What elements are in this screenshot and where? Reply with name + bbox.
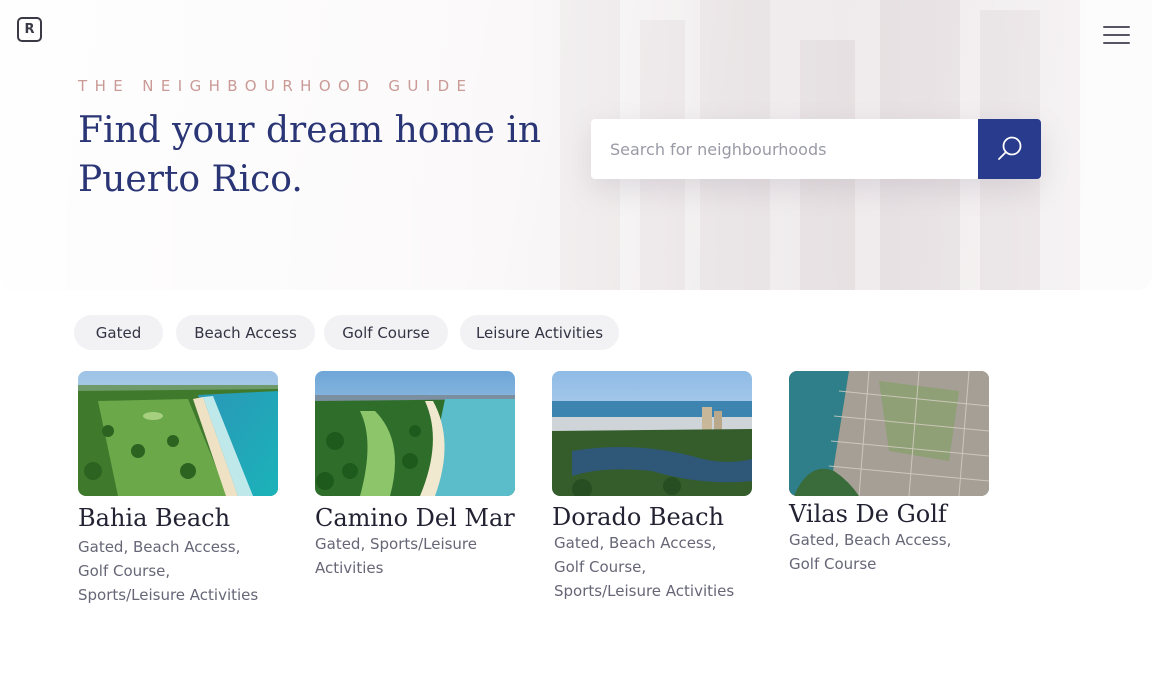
search-bar [591, 119, 1041, 179]
neighbourhood-name[interactable]: Dorado Beach [552, 503, 752, 531]
logo-icon[interactable]: R [17, 17, 42, 42]
neighbourhood-tags: Gated, Beach Access, Golf Course, Sports… [78, 538, 259, 604]
neighbourhood-name[interactable]: Camino Del Mar [315, 504, 515, 532]
hamburger-menu-icon[interactable] [1103, 26, 1130, 44]
search-icon [997, 136, 1021, 160]
filter-chip-beach-access[interactable]: Beach Access [176, 315, 315, 350]
neighbourhood-card[interactable]: Vilas De Golf Gated, Beach Access, Golf … [789, 371, 989, 576]
eyebrow-label: THE NEIGHBOURHOOD GUIDE [78, 77, 474, 95]
neighbourhood-photo [315, 371, 515, 496]
filter-chip-gated[interactable]: Gated [74, 315, 163, 350]
neighbourhood-name[interactable]: Vilas De Golf [789, 500, 989, 528]
neighbourhood-card[interactable]: Camino Del Mar Gated, Sports/Leisure Act… [315, 371, 515, 580]
neighbourhood-card[interactable]: Bahia Beach Gated, Beach Access, Golf Co… [78, 371, 278, 607]
filter-chip-golf-course[interactable]: Golf Course [324, 315, 448, 350]
neighbourhood-tags: Gated, Beach Access, Golf Course [789, 531, 952, 573]
neighbourhood-photo [552, 371, 752, 496]
page-title: Find your dream home in Puerto Rico. [78, 110, 542, 200]
search-input[interactable] [591, 119, 978, 179]
filter-chip-leisure-activities[interactable]: Leisure Activities [460, 315, 619, 350]
search-button[interactable] [978, 119, 1041, 179]
neighbourhood-tags: Gated, Beach Access, Golf Course, Sports… [554, 534, 735, 600]
neighbourhood-photo [789, 371, 989, 496]
neighbourhood-photo [78, 371, 278, 496]
neighbourhood-name[interactable]: Bahia Beach [78, 504, 278, 532]
neighbourhood-tags: Gated, Sports/Leisure Activities [315, 535, 477, 577]
neighbourhood-card[interactable]: Dorado Beach Gated, Beach Access, Golf C… [552, 371, 752, 603]
